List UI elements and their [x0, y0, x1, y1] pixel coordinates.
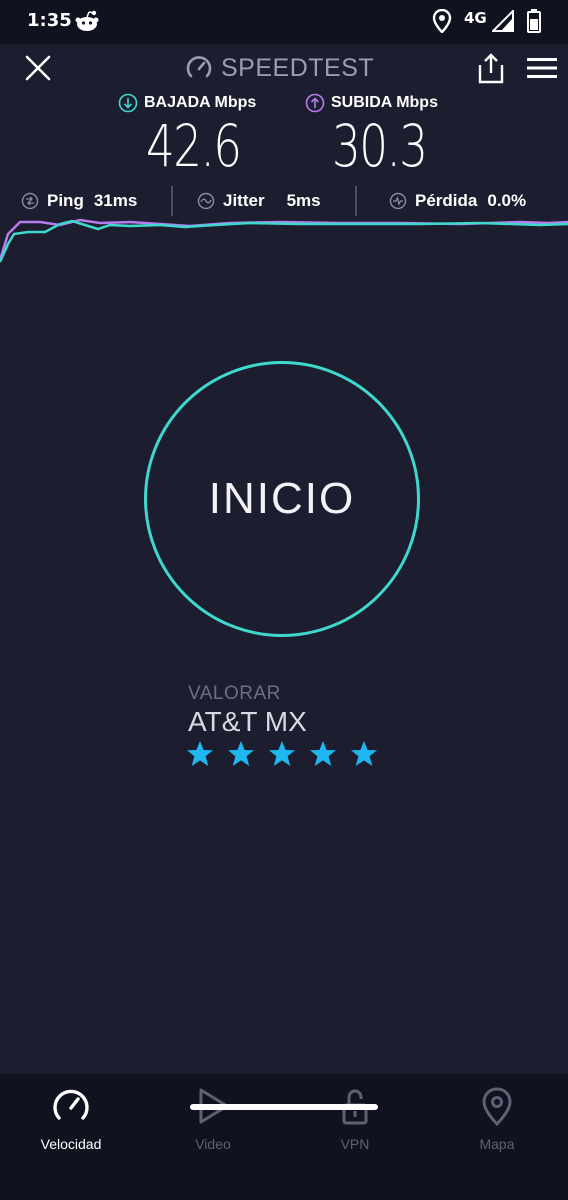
start-label: INICIO — [208, 474, 356, 523]
nav-velocidad[interactable]: Velocidad — [11, 1086, 131, 1166]
loss-stat: Pérdida 0.0% — [389, 190, 526, 212]
upload-value: 30.3 — [332, 112, 428, 180]
app-title-wrap: SPEEDTEST — [185, 53, 374, 83]
speedtest-screen: 1:35 4G SPEEDTEST BAJADA Mbps SUBIDA Mbp… — [0, 0, 568, 1200]
loss-label: Pérdida — [415, 191, 478, 210]
nav-label: Video — [195, 1136, 231, 1152]
close-icon[interactable] — [24, 54, 52, 82]
nav-label: VPN — [340, 1136, 370, 1152]
network-type: 4G — [464, 9, 487, 27]
nav-video[interactable]: Video — [153, 1086, 273, 1166]
upload-arrow-icon — [305, 93, 325, 113]
share-icon[interactable] — [477, 52, 505, 84]
jitter-label: Jitter — [223, 191, 265, 210]
star-icon[interactable] — [227, 740, 255, 768]
menu-icon[interactable] — [527, 56, 557, 80]
star-icon[interactable] — [350, 740, 378, 768]
ping-label: Ping — [47, 191, 84, 210]
upload-label: SUBIDA Mbps — [331, 94, 438, 111]
signal-icon — [492, 10, 514, 32]
nav-label: Mapa — [479, 1136, 515, 1152]
map-pin-icon — [482, 1087, 512, 1126]
upload-label-wrap: SUBIDA Mbps — [305, 92, 438, 114]
jitter-icon — [197, 192, 215, 210]
loss-value: 0.0% — [487, 191, 527, 210]
download-graph-line — [0, 219, 568, 263]
download-value: 42.6 — [146, 112, 242, 180]
download-label: BAJADA Mbps — [144, 94, 257, 111]
rating-stars — [186, 740, 378, 768]
rate-label: VALORAR — [188, 683, 281, 704]
jitter-stat: Jitter 5ms — [197, 190, 321, 212]
ping-icon — [21, 192, 39, 210]
bottom-nav: Velocidad Video VPN Mapa — [0, 1074, 568, 1200]
speedtest-logo-icon — [186, 56, 212, 78]
location-icon — [432, 9, 452, 33]
status-time: 1:35 — [27, 10, 72, 31]
speed-graph — [0, 218, 568, 263]
nav-label: Velocidad — [40, 1136, 102, 1152]
ping-stat: Ping 31ms — [21, 190, 137, 212]
star-icon[interactable] — [268, 740, 296, 768]
download-label-wrap: BAJADA Mbps — [118, 92, 256, 114]
nav-mapa[interactable]: Mapa — [437, 1086, 557, 1166]
battery-icon — [527, 9, 541, 33]
ping-value: 31ms — [93, 191, 138, 210]
status-bar: 1:35 4G — [0, 0, 568, 44]
reddit-icon — [75, 10, 99, 31]
app-header: SPEEDTEST — [0, 44, 568, 90]
jitter-value: 5ms — [286, 191, 321, 210]
star-icon[interactable] — [309, 740, 337, 768]
app-title: SPEEDTEST — [221, 53, 375, 82]
download-arrow-icon — [118, 93, 138, 113]
packet-loss-icon — [389, 192, 407, 210]
star-icon[interactable] — [186, 740, 214, 768]
start-test-button[interactable]: INICIO — [144, 361, 420, 637]
speed-gauge-icon — [53, 1089, 89, 1120]
provider-name: AT&T MX — [188, 706, 307, 737]
nav-vpn[interactable]: VPN — [295, 1086, 415, 1166]
home-indicator[interactable] — [190, 1104, 378, 1110]
